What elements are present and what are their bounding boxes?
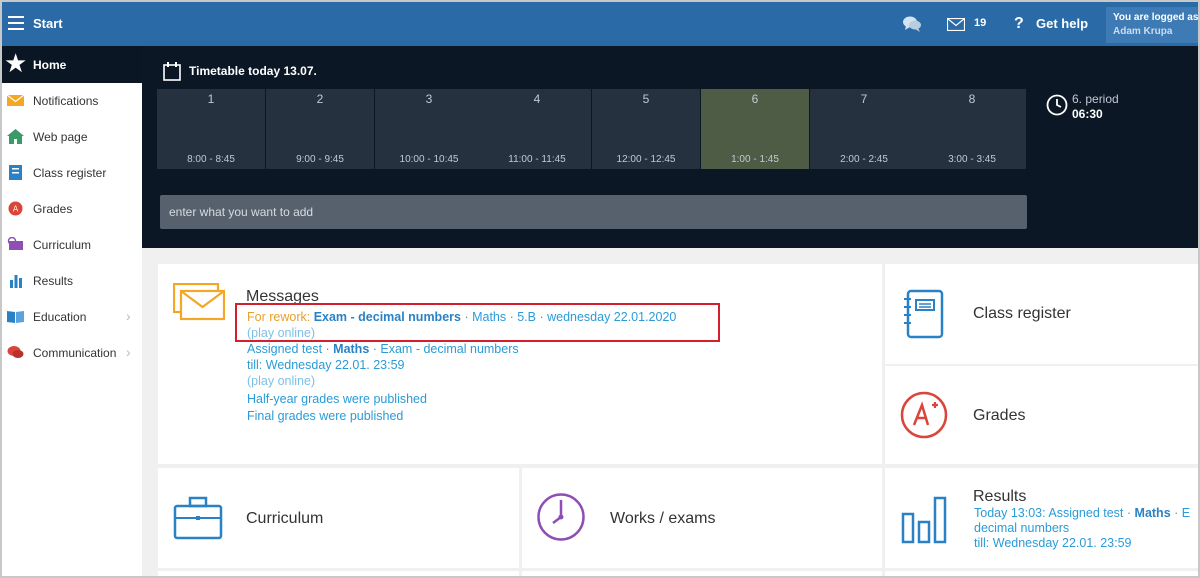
message-assigned[interactable]: Assigned test · Maths · Exam - decimal n… [247,341,676,357]
sidebar-item-label: Notifications [33,94,99,108]
results-title: Results [973,488,1027,505]
timetable-title: Timetable today 13.07. [189,64,317,78]
book-icon [7,311,24,323]
sidebar-item-education[interactable]: Education › [2,299,142,335]
sidebar-item-communication[interactable]: Communication › [2,335,142,371]
sidebar-item-label: Class register [33,166,107,180]
period-cell[interactable]: 8 3:00 - 3:45 [918,89,1026,169]
mail-icon[interactable] [947,18,965,31]
message-till: till: Wednesday 22.01. 23:59 [247,358,405,372]
chevron-right-icon: › [126,344,131,360]
timetable-panel: Timetable today 13.07. 1 8:00 - 8:45 2 9:0… [142,46,1198,248]
sidebar-item-label: Web page [33,130,88,144]
svg-text:A: A [13,205,19,214]
star-icon: ★ [4,48,28,78]
clock-exam-icon [537,493,585,541]
play-online-link[interactable]: (play online) [247,373,676,389]
logged-as-label: You are logged as [1113,12,1199,23]
class-register-title: Class register [973,305,1071,322]
start-label[interactable]: Start [33,16,63,31]
briefcase-icon [173,496,223,540]
sidebar-item-grades[interactable]: A Grades [2,191,142,227]
messages-card[interactable]: Messages For rework: Exam - decimal numb… [158,264,882,464]
sidebar-item-class-register[interactable]: Class register [2,155,142,191]
curriculum-title: Curriculum [246,510,324,527]
highlight-box [235,303,720,342]
house-icon [7,129,24,144]
results-card[interactable]: Results Today 13:03: Assigned test · Mat… [885,468,1198,568]
sidebar-item-curriculum[interactable]: Curriculum [2,227,142,263]
sidebar-item-label: Education [33,310,87,324]
period-cell[interactable]: 5 12:00 - 12:45 [592,89,700,169]
top-bar: Start 19 ? Get help You are logged as Ad… [2,2,1199,46]
sidebar-item-notifications[interactable]: Notifications [2,83,142,119]
chevron-right-icon: › [126,308,131,324]
period-cell-active[interactable]: 6 1:00 - 1:45 [701,89,809,169]
sidebar-item-label: Home [33,58,67,72]
results-list[interactable]: Today 13:03: Assigned test · Maths · E d… [974,506,1190,551]
menu-icon[interactable] [8,16,24,30]
period-cell[interactable]: 7 2:00 - 2:45 [810,89,918,169]
current-period-label: 6. period [1072,92,1119,106]
app-frame: Start 19 ? Get help You are logged as Ad… [0,0,1200,578]
envelopes-icon [173,283,225,321]
grades-card[interactable]: Grades [885,366,1198,464]
chart-icon [10,275,22,288]
mail-count-badge[interactable]: 19 [974,17,986,29]
grade-icon: A [8,201,23,216]
works-exams-card[interactable]: Works / exams [522,468,882,568]
sidebar-item-home[interactable]: ★ Home [2,46,142,83]
card-next-row [158,571,519,576]
card-next-row [522,571,882,576]
period-cell[interactable]: 2 9:00 - 9:45 [266,89,374,169]
user-name: Adam Krupa [1113,26,1173,37]
chat-bubbles-icon[interactable] [902,15,922,33]
sidebar-item-label: Curriculum [33,238,92,252]
sidebar-item-label: Communication [33,346,117,360]
current-time: 06:30 [1072,107,1103,121]
period-cell[interactable]: 3 10:00 - 10:45 [375,89,483,169]
get-help-button[interactable]: Get help [1036,16,1088,31]
grades-title: Grades [973,407,1026,424]
curriculum-icon [7,237,23,250]
sidebar: ★ Home Notifications Web page Class regi… [2,46,142,576]
user-info-box[interactable]: You are logged as Adam Krupa [1106,7,1199,43]
grade-a-plus-icon [900,391,948,439]
notebook-icon [904,289,944,339]
period-cell[interactable]: 1 8:00 - 8:45 [157,89,265,169]
class-register-card[interactable]: Class register [885,264,1198,364]
clock-icon [1046,94,1068,116]
works-exams-title: Works / exams [610,510,716,527]
message-halfyear[interactable]: Half-year grades were published [247,391,676,407]
sidebar-item-label: Grades [33,202,73,216]
sidebar-item-web-page[interactable]: Web page [2,119,142,155]
envelope-icon [7,94,24,106]
help-icon[interactable]: ? [1014,15,1024,33]
sidebar-item-results[interactable]: Results [2,263,142,299]
period-cell[interactable]: 4 11:00 - 11:45 [483,89,591,169]
bar-chart-icon [901,496,947,544]
chat-icon [7,346,24,358]
card-next-row [885,571,1198,576]
curriculum-card[interactable]: Curriculum [158,468,519,568]
add-entry-input[interactable] [160,195,1027,229]
message-final[interactable]: Final grades were published [247,408,676,424]
sidebar-item-label: Results [33,274,74,288]
register-icon [9,165,22,180]
